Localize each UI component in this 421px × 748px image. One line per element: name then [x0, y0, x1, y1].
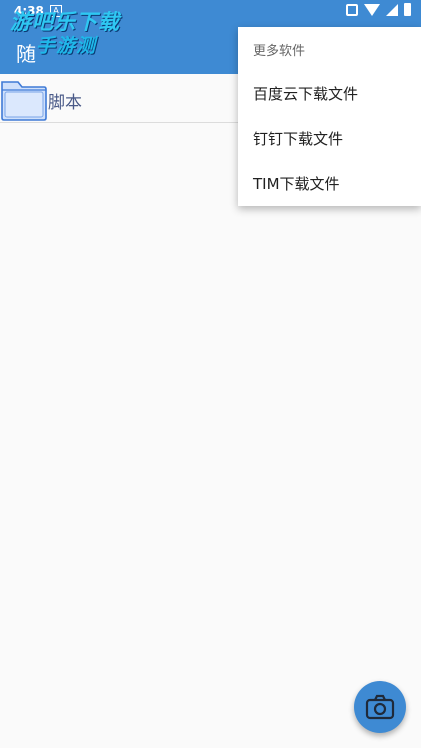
menu-item-label: 百度云下载文件 — [253, 85, 359, 103]
folder-icon — [1, 81, 47, 121]
menu-item-label: 钉钉下载文件 — [253, 130, 344, 148]
battery-icon — [404, 3, 411, 16]
list-item-label: 脚本 — [48, 93, 82, 113]
cellular-icon — [386, 3, 398, 16]
menu-item-label: TIM下载文件 — [253, 175, 340, 193]
overflow-menu: 更多软件 百度云下载文件 钉钉下载文件 TIM下载文件 — [238, 27, 421, 206]
menu-item-tim-downloads[interactable]: TIM下载文件 — [238, 161, 421, 205]
camera-button[interactable] — [354, 681, 406, 733]
menu-header: 更多软件 — [253, 44, 306, 59]
camera-icon — [365, 694, 395, 720]
menu-item-baidu-cloud-downloads[interactable]: 百度云下载文件 — [238, 71, 421, 115]
watermark-logo: 游吧乐下载 手游测 — [10, 10, 120, 58]
watermark-line1: 游吧乐下载 — [10, 10, 120, 34]
vibrate-icon — [346, 3, 358, 16]
menu-item-dingtalk-downloads[interactable]: 钉钉下载文件 — [238, 116, 421, 160]
watermark-line2: 手游测 — [36, 35, 97, 57]
wifi-icon — [364, 3, 380, 16]
status-icons — [346, 3, 411, 16]
